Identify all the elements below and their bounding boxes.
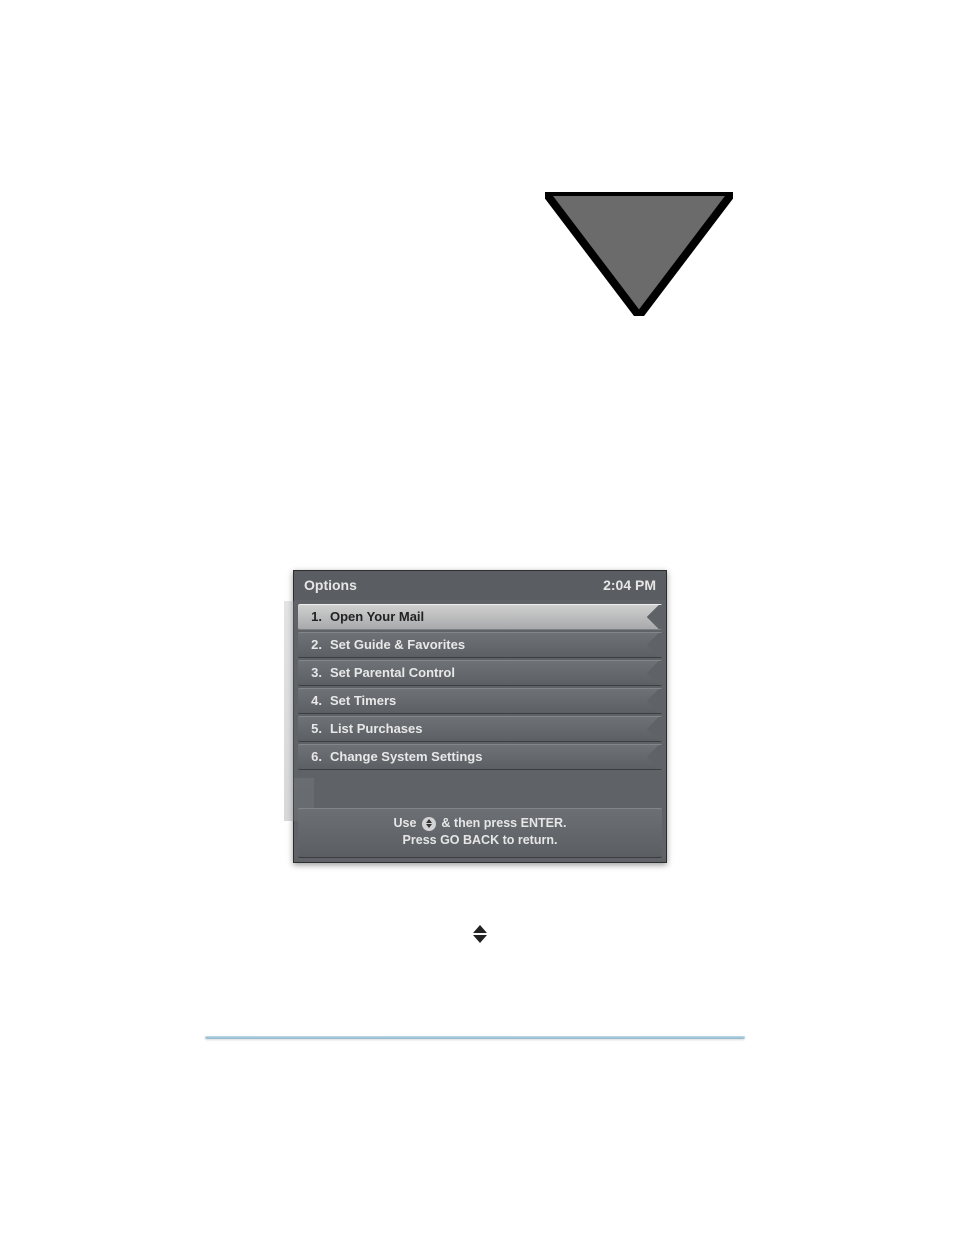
body-updown-row	[200, 923, 760, 946]
hint-line1-pre: Use	[394, 816, 420, 830]
options-menu-item[interactable]: 6. Change System Settings	[298, 744, 662, 770]
options-menu-item-number: 5.	[308, 719, 322, 739]
options-menu-item-number: 6.	[308, 747, 322, 767]
options-hint-line1: Use & then press ENTER.	[302, 815, 658, 832]
options-menu: 1. Open Your Mail 2. Set Guide & Favorites 3…	[294, 600, 666, 778]
options-menu-item-label: Set Parental Control	[330, 663, 455, 683]
options-menu-item-label: Set Guide & Favorites	[330, 635, 465, 655]
options-menu-item-number: 3.	[308, 663, 322, 683]
options-hint-line2: Press GO BACK to return.	[302, 832, 658, 849]
options-menu-item-label: List Purchases	[330, 719, 423, 739]
options-panel-time: 2:04 PM	[603, 575, 656, 596]
options-menu-item-label: Open Your Mail	[330, 607, 424, 627]
options-menu-item-label: Change System Settings	[330, 747, 482, 767]
options-panel: Options 2:04 PM 1. Open Your Mail 2. Set Gu…	[293, 570, 667, 863]
up-down-arrows-icon	[473, 925, 487, 943]
options-menu-item-number: 1.	[308, 607, 322, 627]
up-down-icon	[422, 817, 436, 831]
main-column: Options 2:04 PM 1. Open Your Mail 2. Set Gu…	[200, 400, 760, 945]
options-menu-item[interactable]: 2. Set Guide & Favorites	[298, 632, 662, 658]
options-menu-item-number: 4.	[308, 691, 322, 711]
options-hint: Use & then press ENTER. Press GO BACK to…	[298, 808, 662, 858]
options-menu-item[interactable]: 4. Set Timers	[298, 688, 662, 714]
down-triangle-illustration	[545, 192, 733, 316]
hint-line1-post: & then press ENTER.	[441, 816, 566, 830]
options-menu-item-label: Set Timers	[330, 691, 396, 711]
options-menu-item[interactable]: 5. List Purchases	[298, 716, 662, 742]
options-menu-item[interactable]: 1. Open Your Mail	[298, 604, 662, 630]
options-panel-header: Options 2:04 PM	[294, 571, 666, 600]
options-menu-item-number: 2.	[308, 635, 322, 655]
options-menu-item[interactable]: 3. Set Parental Control	[298, 660, 662, 686]
options-panel-title: Options	[304, 575, 357, 596]
footer-divider	[205, 1035, 745, 1039]
page: Options 2:04 PM 1. Open Your Mail 2. Set Gu…	[0, 0, 954, 1235]
